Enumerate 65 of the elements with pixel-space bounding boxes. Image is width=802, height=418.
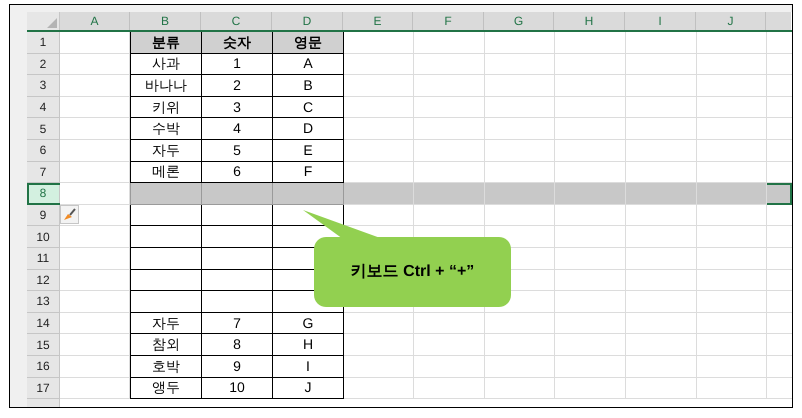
column-header[interactable]: H [554,12,625,30]
row-header[interactable]: 4 [27,96,60,118]
table-cell[interactable]: A [273,54,344,76]
table-cell[interactable]: H [273,334,344,356]
column-header[interactable]: G [484,12,554,30]
table-cell[interactable]: 메론 [130,162,202,184]
callout-text: 키보드 Ctrl + “+” [350,262,474,282]
row-header[interactable]: 13 [27,291,60,313]
select-all-corner[interactable] [27,12,60,30]
table-cell[interactable]: 사과 [130,54,202,76]
table-cell[interactable]: 숫자 [202,32,273,54]
table-cell[interactable]: 영문 [273,32,344,54]
row-header[interactable]: 7 [27,162,60,184]
table-cell[interactable]: F [273,162,344,184]
table-cell[interactable]: B [273,75,344,97]
row-header[interactable]: 9 [27,204,60,226]
table-cell[interactable]: 자두 [130,312,202,334]
row-header[interactable]: 11 [27,248,60,270]
table-cell[interactable]: C [273,96,344,118]
column-header[interactable]: F [413,12,484,30]
table-cell[interactable]: 4 [202,118,273,140]
table-cell[interactable]: 6 [202,162,273,184]
table-cell[interactable]: 자두 [130,140,202,162]
row-header[interactable]: 16 [27,356,60,378]
column-header[interactable] [766,12,791,30]
corner-triangle-icon [47,18,57,28]
table-cell[interactable]: I [273,356,344,378]
table-cell[interactable]: 10 [202,378,273,400]
row-header[interactable]: 3 [27,75,60,97]
column-header[interactable]: J [696,12,766,30]
table-cell[interactable]: 2 [202,75,273,97]
table-cell[interactable]: 호박 [130,356,202,378]
table-cell[interactable]: 분류 [130,32,202,54]
column-header[interactable]: D [272,12,343,30]
row-header[interactable]: 17 [27,378,60,400]
table-cell[interactable]: 9 [202,356,273,378]
table-cell[interactable]: 수박 [130,118,202,140]
table-cell[interactable]: 8 [202,334,273,356]
row-header[interactable]: 2 [27,54,60,76]
table-cell[interactable]: 참외 [130,334,202,356]
table-cell[interactable]: 5 [202,140,273,162]
column-header[interactable]: E [343,12,413,30]
table-cell[interactable]: D [273,118,344,140]
column-header[interactable]: I [625,12,696,30]
table-cell[interactable]: 7 [202,312,273,334]
table-cell[interactable]: 1 [202,54,273,76]
table-cell[interactable]: G [273,312,344,334]
table-cell[interactable]: 3 [202,96,273,118]
table-cell[interactable]: E [273,140,344,162]
table-cell[interactable]: 키위 [130,96,202,118]
table-cell[interactable]: J [273,378,344,400]
table-cell[interactable]: 바나나 [130,75,202,97]
row-header[interactable]: 15 [27,334,60,356]
table-cell[interactable]: 앵두 [130,378,202,400]
column-header[interactable]: C [201,12,272,30]
row-header[interactable]: 12 [27,270,60,292]
column-header[interactable]: B [130,12,201,30]
row-header[interactable]: 6 [27,140,60,162]
row-header[interactable]: 5 [27,118,60,140]
column-header[interactable]: A [60,12,130,30]
paste-options-icon[interactable] [60,204,79,224]
row-header[interactable]: 8 [27,183,60,205]
row-header[interactable]: 10 [27,226,60,248]
row-header[interactable]: 1 [27,32,60,54]
row-header[interactable]: 14 [27,312,60,334]
